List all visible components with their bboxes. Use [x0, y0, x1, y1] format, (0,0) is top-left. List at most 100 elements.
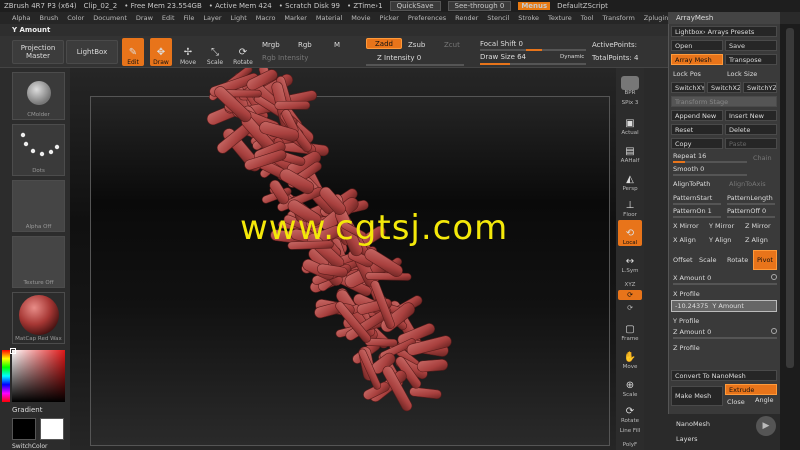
dynamic-toggle[interactable]: Dynamic — [560, 54, 584, 60]
menu-light[interactable]: Light — [231, 14, 247, 22]
palette-scrollbar[interactable] — [780, 24, 800, 450]
reset-button[interactable]: Reset — [671, 124, 723, 135]
z-amount-slider[interactable]: Z Amount 0 — [673, 328, 711, 336]
z-intensity-slider[interactable]: Z Intensity 0 — [377, 54, 421, 62]
rotate-button[interactable]: ⟳ Rotate — [232, 38, 254, 66]
align-to-path-toggle[interactable]: AlignToPath — [673, 180, 710, 188]
menu-tool[interactable]: Tool — [581, 14, 594, 22]
frame-button[interactable]: ▢ Frame — [618, 316, 642, 342]
menu-color[interactable]: Color — [67, 14, 84, 22]
y-mirror-toggle[interactable]: Y Mirror — [709, 222, 734, 230]
lock-size-toggle[interactable]: Lock Size — [727, 70, 757, 78]
z-intensity-track[interactable] — [366, 64, 464, 66]
zsub-button[interactable]: Zsub — [408, 41, 425, 49]
stroke-thumbnail[interactable]: Dots — [12, 124, 65, 176]
pattern-off-track[interactable] — [727, 216, 775, 218]
actual-button[interactable]: ▣ Actual — [618, 110, 642, 136]
edit-button[interactable]: ✎ Edit — [122, 38, 144, 66]
menus-button[interactable]: Menus — [518, 2, 551, 10]
insert-new-button[interactable]: Insert New — [725, 110, 777, 121]
quicksave-button[interactable]: QuickSave — [389, 1, 441, 11]
play-icon[interactable]: ▶ — [756, 416, 776, 436]
material-thumbnail[interactable]: MatCap Red Wax — [12, 292, 65, 344]
pattern-length-slider[interactable]: PatternLength — [727, 194, 773, 202]
menu-movie[interactable]: Movie — [351, 14, 370, 22]
spix-slider[interactable]: SPix 3 — [618, 96, 642, 106]
primary-color-swatch[interactable] — [12, 418, 36, 440]
transpose-button[interactable]: Transpose — [725, 54, 777, 65]
gradient-toggle[interactable]: Gradient — [12, 406, 42, 414]
menu-alpha[interactable]: Alpha — [12, 14, 30, 22]
switchxy-button[interactable]: SwitchXY — [671, 82, 705, 93]
pattern-start-track[interactable] — [673, 203, 721, 205]
draw-button[interactable]: ✥ Draw — [150, 38, 172, 66]
save-button[interactable]: Save — [725, 40, 777, 51]
color-picker[interactable] — [10, 348, 65, 402]
x-amount-key-icon[interactable] — [771, 274, 777, 280]
copy-button[interactable]: Copy — [671, 138, 723, 149]
pattern-on-slider[interactable]: PatternOn 1 — [673, 207, 712, 215]
aahalf-button[interactable]: ▤ AAHalf — [618, 138, 642, 164]
switchxz-button[interactable]: SwitchXZ — [707, 82, 741, 93]
pattern-start-slider[interactable]: PatternStart — [673, 194, 712, 202]
menu-brush[interactable]: Brush — [39, 14, 58, 22]
nanomesh-subpalette[interactable]: NanoMesh — [676, 420, 710, 428]
y-align-toggle[interactable]: Y Align — [709, 236, 731, 244]
scale-view-button[interactable]: ⊕ Scale — [618, 372, 642, 398]
xyz-active-toggle[interactable]: ⟳ — [618, 290, 642, 300]
alpha-thumbnail[interactable]: Alpha Off — [12, 180, 65, 232]
projection-master-button[interactable]: Projection Master — [12, 40, 64, 64]
small-rotate-button[interactable]: ⟳ — [618, 304, 642, 312]
rotate-tab[interactable]: Rotate — [727, 256, 748, 264]
menu-stroke[interactable]: Stroke — [518, 14, 539, 22]
switch-color-button[interactable]: SwitchColor — [12, 443, 48, 450]
rgb-button[interactable]: Rgb — [298, 41, 312, 49]
local-button[interactable]: ⟲ Local — [618, 220, 642, 246]
menu-layer[interactable]: Layer — [203, 14, 221, 22]
align-to-axis-toggle[interactable]: AlignToAxis — [729, 180, 766, 188]
persp-button[interactable]: ◭ Persp — [618, 166, 642, 192]
transform-stage-slider[interactable]: Transform Stage — [671, 96, 777, 107]
menu-draw[interactable]: Draw — [136, 14, 153, 22]
x-amount-track[interactable] — [673, 283, 777, 285]
angle-slider[interactable]: Angle — [755, 396, 774, 404]
y-amount-slider[interactable]: -10.24375 Y Amount — [671, 300, 777, 312]
zcut-button[interactable]: Zcut — [444, 41, 460, 49]
repeat-slider[interactable]: Repeat 16 — [673, 152, 706, 160]
rotate-view-button[interactable]: ⟳ Rotate — [618, 398, 642, 424]
z-amount-key-icon[interactable] — [771, 328, 777, 334]
x-mirror-toggle[interactable]: X Mirror — [673, 222, 699, 230]
x-align-toggle[interactable]: X Align — [673, 236, 696, 244]
offset-tab[interactable]: Offset — [673, 256, 693, 264]
secondary-color-swatch[interactable] — [40, 418, 64, 440]
arraymesh-header[interactable]: ArrayMesh — [668, 12, 780, 24]
smooth-slider[interactable]: Smooth 0 — [673, 165, 704, 173]
x-amount-slider[interactable]: X Amount 0 — [673, 274, 711, 282]
move-view-button[interactable]: ✋ Move — [618, 344, 642, 370]
menu-material[interactable]: Material — [316, 14, 342, 22]
pattern-off-slider[interactable]: PatternOff 0 — [727, 207, 766, 215]
hue-strip[interactable] — [2, 350, 10, 402]
smooth-track[interactable] — [673, 174, 747, 176]
lightbox-button[interactable]: LightBox — [66, 40, 118, 64]
arrays-presets-button[interactable]: Lightbox› Arrays Presets — [671, 26, 777, 37]
menu-stencil[interactable]: Stencil — [487, 14, 509, 22]
menu-preferences[interactable]: Preferences — [408, 14, 446, 22]
menu-zplugin[interactable]: Zplugin — [644, 14, 668, 22]
menu-transform[interactable]: Transform — [602, 14, 634, 22]
m-button[interactable]: M — [334, 41, 340, 49]
layers-subpalette[interactable]: Layers — [676, 435, 698, 443]
array-mesh-button[interactable]: Array Mesh — [671, 54, 723, 65]
rgb-intensity-slider[interactable]: Rgb Intensity — [262, 54, 308, 62]
polyf-button[interactable]: PolyF — [618, 434, 642, 448]
paste-button[interactable]: Paste — [725, 138, 777, 149]
brush-thumbnail[interactable]: CMolder — [12, 72, 65, 120]
canvas-viewport[interactable]: www.cgtsj.com — [70, 68, 616, 450]
chain-toggle[interactable]: Chain — [753, 154, 772, 162]
array-mesh-model[interactable] — [70, 68, 616, 450]
focal-shift-slider[interactable]: Focal Shift 0 — [480, 40, 523, 48]
script-name[interactable]: DefaultZScript — [557, 2, 608, 10]
bpr-button[interactable]: BPR — [618, 70, 642, 96]
close-toggle[interactable]: Close — [727, 398, 745, 406]
pattern-on-track[interactable] — [673, 216, 721, 218]
